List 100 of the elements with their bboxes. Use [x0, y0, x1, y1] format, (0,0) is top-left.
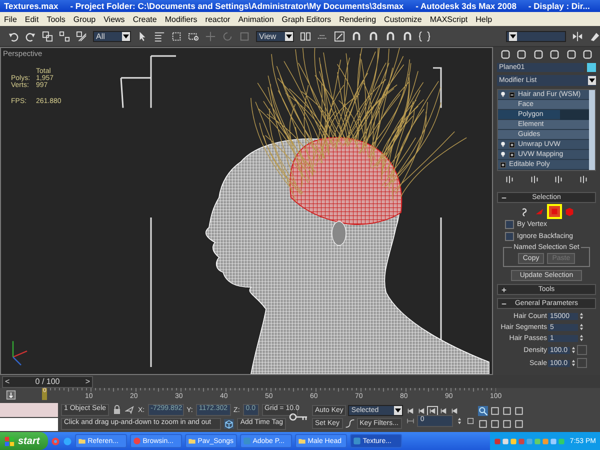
named-selection-dropdown[interactable]	[506, 30, 566, 42]
checkbox[interactable]	[505, 232, 514, 241]
window-title: - Display : Dir...	[528, 1, 590, 11]
axis-icon	[12, 341, 28, 366]
caret-icon	[588, 76, 596, 85]
caret-icon	[285, 32, 293, 40]
expand-icon[interactable]	[509, 92, 515, 98]
script-output-field[interactable]	[0, 418, 58, 431]
menu-item[interactable]: Animation	[238, 14, 274, 24]
tangent-icon[interactable]	[344, 418, 355, 428]
stack-tool-icon[interactable]	[528, 174, 540, 185]
playback-icon[interactable]	[417, 407, 426, 415]
lightbulb-icon[interactable]	[500, 151, 506, 158]
key-icon[interactable]	[289, 412, 309, 422]
playback-icon[interactable]	[450, 407, 460, 415]
unlink-icon[interactable]	[59, 30, 70, 42]
time-config-icon[interactable]	[466, 417, 476, 425]
viewport-nav-icon[interactable]	[514, 418, 524, 428]
viewport-nav-icon[interactable]	[514, 406, 524, 416]
stack-tool-icon[interactable]	[578, 174, 590, 185]
panel-tab-icon[interactable]	[500, 49, 511, 60]
menu-item[interactable]: Customize	[384, 14, 422, 24]
menu-item[interactable]: Modifiers	[164, 14, 198, 24]
magnet-icon[interactable]	[385, 30, 396, 42]
magnet-icon[interactable]	[402, 30, 413, 42]
stack-tool-icon[interactable]	[504, 174, 515, 185]
graph-icon[interactable]	[334, 30, 345, 42]
cursor-icon[interactable]	[137, 30, 148, 42]
panel-tab-icon[interactable]	[516, 49, 528, 60]
mirror-icon[interactable]	[572, 30, 583, 42]
list-icon[interactable]	[154, 30, 165, 42]
menu-item[interactable]: Create	[132, 14, 157, 24]
menu-item[interactable]: Rendering	[339, 14, 376, 24]
cursor-icon[interactable]	[125, 405, 135, 415]
viewport-nav-icon[interactable]	[502, 418, 512, 428]
link-icon[interactable]	[42, 30, 53, 42]
square-icon[interactable]	[548, 206, 560, 217]
app-icon	[242, 437, 251, 445]
panel-tab-icon[interactable]	[549, 49, 560, 60]
window-title: - Autodesk 3ds Max 2008	[416, 1, 516, 11]
caret-icon	[509, 32, 517, 40]
bind-icon[interactable]	[76, 30, 87, 42]
arrow-label: >	[85, 377, 90, 386]
menu-item[interactable]: Tools	[46, 14, 66, 24]
menu-item[interactable]: MAXScript	[430, 14, 468, 24]
lightbulb-icon[interactable]	[500, 141, 506, 148]
checkbox[interactable]	[505, 220, 514, 229]
lock-icon[interactable]	[112, 405, 122, 415]
key-mode-icon[interactable]	[406, 417, 416, 425]
expand-icon[interactable]	[509, 152, 515, 158]
script-listener-field[interactable]	[0, 403, 58, 416]
windows-logo-icon	[4, 436, 15, 446]
panel-tab-icon[interactable]	[566, 49, 577, 60]
time-slider-track[interactable]: < 0 / 100 >	[0, 375, 600, 388]
expand-icon[interactable]	[500, 162, 506, 168]
viewport-nav-icon[interactable]	[490, 418, 500, 428]
stack-tool-icon[interactable]	[553, 174, 564, 185]
region-icon[interactable]	[171, 30, 182, 42]
caret-icon	[394, 406, 402, 415]
browser-icon	[132, 437, 141, 445]
menu-item[interactable]: Help	[476, 14, 492, 24]
window-title: - Project Folder: C:\Documents and Settings\Administrator\My Documents\3dsmax	[70, 1, 404, 11]
playback-icon[interactable]	[428, 407, 438, 415]
object-color-swatch[interactable]	[587, 63, 596, 72]
viewport-nav-icon[interactable]	[490, 406, 500, 416]
menu-item[interactable]: reactor	[205, 14, 230, 24]
viewport-nav-icon[interactable]	[478, 418, 488, 428]
playback-icon[interactable]	[406, 407, 416, 415]
expand-icon[interactable]	[509, 142, 515, 148]
playback-icon[interactable]	[439, 407, 448, 415]
scrollbar[interactable]	[589, 90, 595, 170]
time-slider-thumb[interactable]: < 0 / 100 >	[2, 376, 93, 388]
menu-item[interactable]: Views	[104, 14, 125, 24]
folder-icon	[188, 437, 196, 445]
menu-item[interactable]: Edit	[24, 14, 39, 24]
braces-icon[interactable]	[419, 30, 430, 42]
panel-tab-icon[interactable]	[582, 49, 594, 60]
viewport-nav-icon[interactable]	[478, 406, 488, 416]
arrow-label: <	[5, 377, 10, 386]
menu-item[interactable]: File	[4, 14, 17, 24]
folder-icon	[78, 437, 86, 445]
caret-icon	[122, 32, 130, 40]
redo-icon[interactable]	[25, 30, 36, 42]
app-icon	[352, 437, 361, 445]
menu-item[interactable]: Graph Editors	[282, 14, 332, 24]
panel-tab-icon[interactable]	[532, 49, 544, 60]
coordinate-dropdown[interactable]: View	[256, 30, 294, 42]
crossing-icon[interactable]	[188, 30, 199, 42]
magnet-icon[interactable]	[351, 30, 362, 42]
folder-icon	[298, 437, 306, 445]
magnet-icon[interactable]	[368, 30, 379, 42]
undo-icon[interactable]	[8, 30, 19, 42]
window-title: Textures.max	[4, 1, 58, 11]
pivot-icon[interactable]	[300, 30, 311, 42]
lightbulb-icon[interactable]	[500, 91, 506, 98]
viewport-nav-icon[interactable]	[502, 406, 512, 416]
menu-item[interactable]: Group	[73, 14, 96, 24]
curve-editor-icon[interactable]	[6, 390, 16, 400]
selection-filter-dropdown[interactable]: All	[93, 30, 131, 42]
align-icon[interactable]	[589, 30, 600, 42]
